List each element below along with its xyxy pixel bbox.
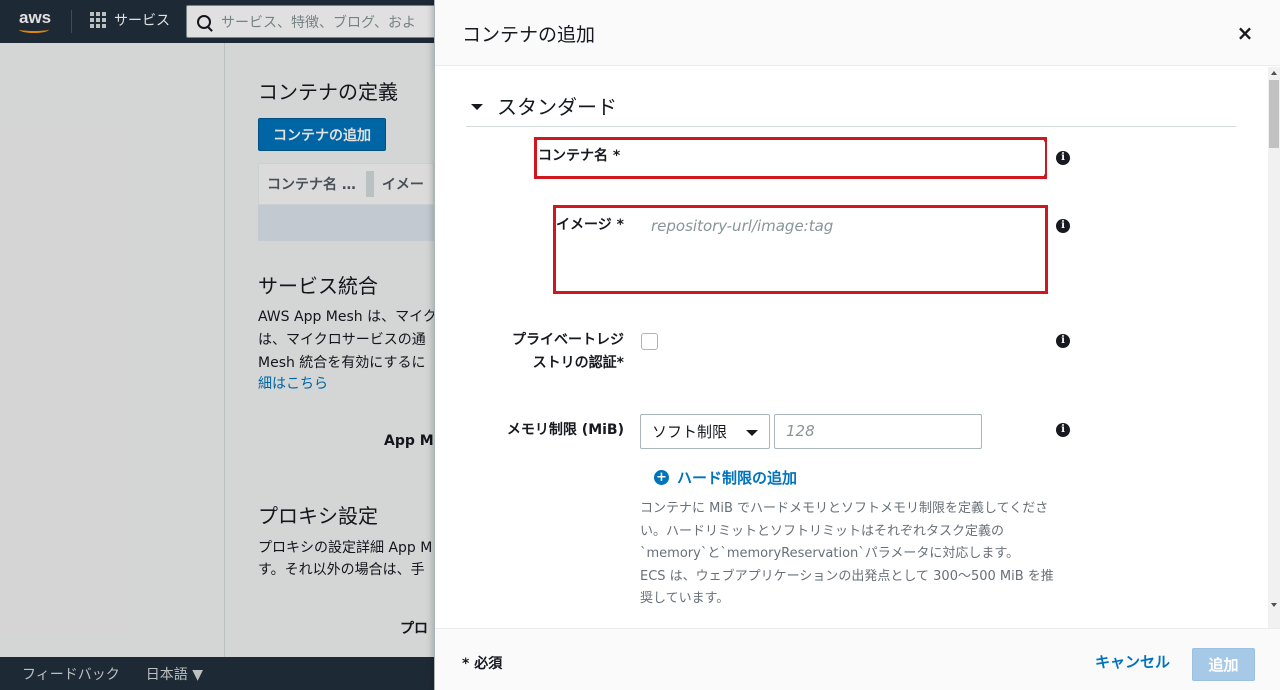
modal-body: スタンダード コンテナ名 * i イメージ * repository-url/i… [435, 67, 1268, 628]
nav-divider [71, 10, 72, 33]
feedback-link[interactable]: フィードバック [22, 664, 120, 684]
services-label: サービス [114, 13, 170, 29]
help-text-line: い。ハードリミットとソフトリミットはそれぞれタスク定義の [640, 523, 1005, 539]
memory-select-value: ソフト制限 [652, 423, 728, 441]
services-menu[interactable]: サービス [90, 10, 170, 30]
private-registry-label-line2: ストリの認証* [532, 355, 624, 371]
info-icon[interactable]: i [1056, 423, 1070, 437]
console-footer: フィードバック 日本語 ▼ [0, 657, 434, 690]
modal-header: コンテナの追加 × [435, 0, 1280, 66]
memory-limit-label: メモリ制限 (MiB) [506, 422, 624, 438]
service-text-line: Mesh 統合を有効にするに [258, 355, 426, 371]
private-registry-checkbox[interactable] [641, 333, 658, 350]
table-col-container-name[interactable]: コンテナ名 … [259, 174, 356, 194]
required-note: * 必須 [462, 656, 503, 672]
add-container-button[interactable]: コンテナの追加 [258, 118, 386, 151]
close-icon[interactable]: × [1236, 23, 1254, 43]
add-hard-limit-label: ハード制限の追加 [677, 469, 798, 487]
modal-title: コンテナの追加 [462, 24, 596, 46]
help-text-line: コンテナに MiB でハードメモリとソフトメモリ制限を定義してくださ [640, 501, 1049, 516]
add-container-modal: コンテナの追加 × スタンダード コンテナ名 * i イメージ * reposi… [434, 0, 1280, 690]
container-name-label: コンテナ名 * [538, 148, 621, 164]
grid-icon [90, 12, 106, 28]
help-text-line: 奨しています。 [640, 591, 730, 606]
add-hard-limit-link[interactable]: + ハード制限の追加 [654, 467, 797, 488]
service-text-line: は、マイクロサービスの通 [258, 332, 426, 348]
search-input[interactable]: サービス、特徴、ブログ、およ [186, 5, 446, 38]
container-definition-heading: コンテナの定義 [258, 80, 398, 104]
service-integration-heading: サービス統合 [258, 274, 378, 298]
scroll-down-icon[interactable] [1271, 603, 1277, 607]
modal-footer: * 必須 キャンセル 追加 [435, 628, 1280, 690]
plus-circle-icon: + [654, 470, 669, 485]
language-selector[interactable]: 日本語 ▼ [146, 664, 203, 684]
background-page: コンテナの定義 コンテナの追加 コンテナ名 … イメー サービス統合 AWS A… [0, 43, 443, 657]
left-column [0, 43, 225, 657]
private-registry-label-line1: プライベートレジ [512, 332, 624, 348]
vertical-scrollbar[interactable] [1268, 67, 1280, 628]
table-col-image[interactable]: イメー [374, 174, 424, 194]
help-text-line: `memory`と`memoryReservation`パラメータに対応します。 [640, 546, 1020, 561]
proxy-text-line: プロキシの設定詳細 App M [258, 540, 433, 556]
standard-section-toggle[interactable]: スタンダード [471, 91, 617, 120]
memory-help-text: コンテナに MiB でハードメモリとソフトメモリ制限を定義してくださ い。ハード… [640, 498, 1054, 611]
language-label: 日本語 [145, 666, 188, 683]
chevron-down-icon: ▼ [192, 666, 203, 683]
help-text-line: ECS は、ウェブアプリケーションの出発点として 300～500 MiB を推 [640, 568, 1054, 584]
search-icon [197, 14, 211, 29]
table-row [258, 205, 434, 241]
chevron-down-icon [746, 430, 758, 436]
info-icon[interactable]: i [1056, 151, 1070, 165]
proxy-text-line: す。それ以外の場合は、手 [258, 562, 425, 578]
private-registry-label: プライベートレジ ストリの認証* [490, 329, 624, 375]
memory-limit-input[interactable]: 128 [774, 414, 982, 449]
container-table-header: コンテナ名 … イメー [258, 163, 434, 205]
container-name-input[interactable] [640, 141, 1045, 175]
info-icon[interactable]: i [1056, 334, 1070, 348]
aws-logo-text: aws [19, 8, 52, 27]
scroll-up-icon[interactable] [1271, 71, 1277, 75]
learn-more-link[interactable]: 細はこちら [258, 373, 328, 395]
aws-smile-icon [19, 26, 49, 33]
scrollbar-thumb[interactable] [1269, 80, 1279, 148]
service-text-line: AWS App Mesh は、マイク [258, 309, 437, 325]
section-title: スタンダード [497, 95, 617, 119]
section-divider [466, 126, 1236, 127]
aws-logo[interactable]: aws [14, 6, 60, 36]
caret-down-icon [471, 103, 483, 110]
proxy-settings-heading: プロキシ設定 [258, 504, 378, 528]
info-icon[interactable]: i [1056, 219, 1070, 233]
image-textarea[interactable]: repository-url/image:tag [640, 209, 1045, 291]
cancel-button[interactable]: キャンセル [1095, 651, 1170, 672]
search-placeholder: サービス、特徴、ブログ、およ [221, 14, 417, 31]
memory-limit-type-select[interactable]: ソフト制限 [640, 414, 770, 449]
image-label: イメージ * [556, 217, 624, 233]
add-button[interactable]: 追加 [1192, 648, 1255, 681]
column-divider [365, 171, 374, 197]
proxy-label: プロ [400, 621, 428, 637]
